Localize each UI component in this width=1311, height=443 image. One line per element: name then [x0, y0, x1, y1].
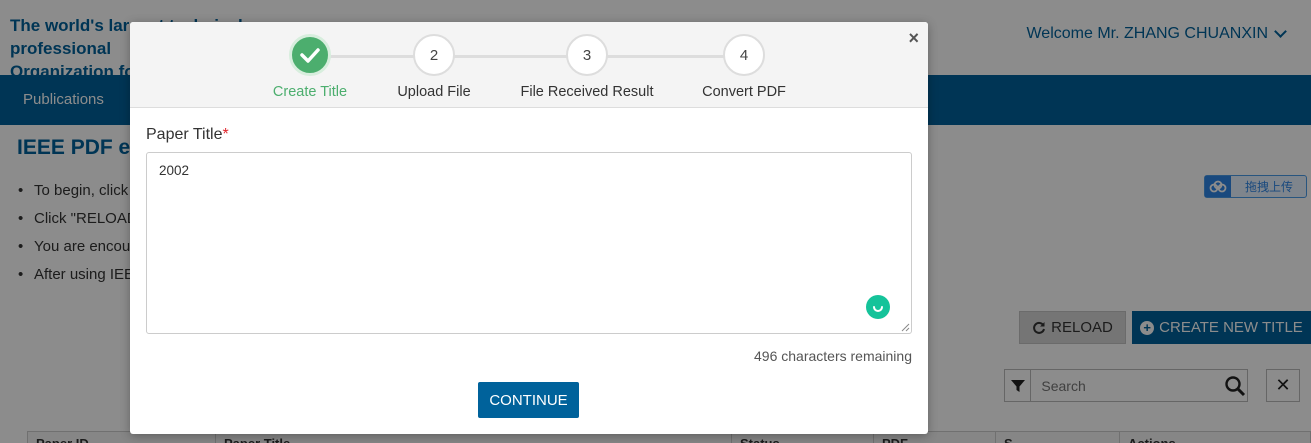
step-3-number: 3: [582, 46, 592, 64]
step-2-label: Upload File: [397, 84, 471, 100]
step-2-number: 2: [429, 46, 439, 64]
continue-button[interactable]: CONTINUE: [478, 382, 579, 418]
paper-title-value: 2002: [159, 163, 190, 178]
close-icon: ×: [908, 28, 919, 48]
paper-title-label-text: Paper Title: [146, 126, 223, 143]
characters-remaining: 496 characters remaining: [754, 348, 912, 364]
step-4-label: Convert PDF: [702, 84, 786, 100]
step-4-circle: 4: [723, 34, 765, 76]
paper-title-label: Paper Title*: [146, 126, 229, 144]
checkmark-icon: [300, 48, 320, 63]
resize-handle-icon[interactable]: [900, 322, 910, 332]
step-3-circle: 3: [566, 34, 608, 76]
step-connector: [330, 55, 735, 58]
step-4-number: 4: [739, 46, 749, 64]
required-marker: *: [222, 126, 229, 143]
wizard-steps: × Create Title 2 Upload File 3 File Rece…: [130, 22, 928, 108]
grammarly-icon[interactable]: [866, 295, 890, 319]
step-2-circle: 2: [413, 34, 455, 76]
step-1-circle: [289, 34, 331, 76]
paper-title-textarea[interactable]: 2002: [146, 152, 912, 334]
close-dialog-button[interactable]: ×: [908, 28, 919, 48]
step-3-label: File Received Result: [520, 84, 654, 100]
create-title-dialog: × Create Title 2 Upload File 3 File Rece…: [130, 22, 928, 434]
